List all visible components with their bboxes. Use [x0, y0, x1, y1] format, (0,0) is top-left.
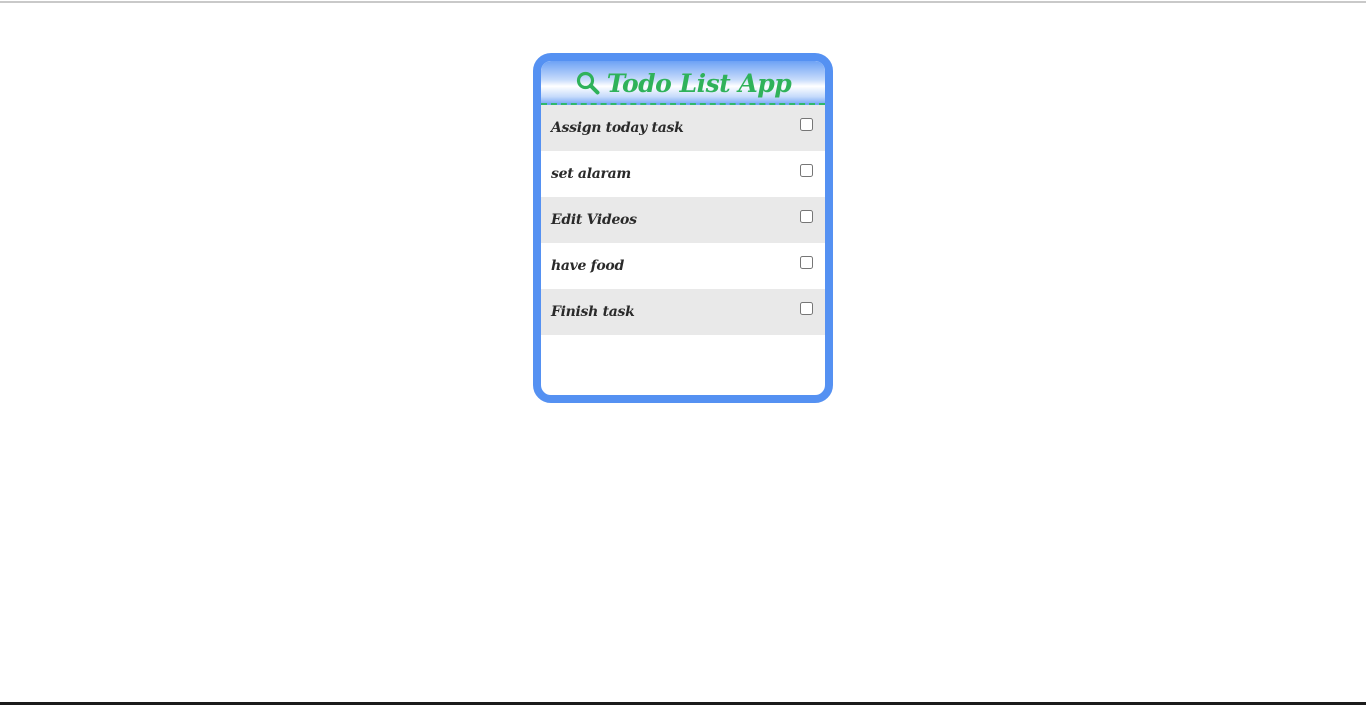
task-label: Edit Videos: [551, 212, 637, 228]
task-checkbox[interactable]: [800, 209, 813, 223]
task-checkbox[interactable]: [800, 117, 813, 131]
task-label: have food: [551, 258, 624, 274]
task-label: Finish task: [551, 304, 635, 320]
task-item[interactable]: Finish task: [541, 289, 825, 335]
task-checkbox[interactable]: [800, 163, 813, 177]
app-title: Todo List App: [606, 68, 792, 98]
todo-app-card: Todo List App Assign today task set alar…: [533, 53, 833, 403]
task-label: set alaram: [551, 166, 631, 182]
app-header: Todo List App: [541, 61, 825, 105]
task-item[interactable]: set alaram: [541, 151, 825, 197]
search-icon[interactable]: [575, 70, 601, 96]
task-item[interactable]: Edit Videos: [541, 197, 825, 243]
task-checkbox[interactable]: [800, 255, 813, 269]
task-item[interactable]: Assign today task: [541, 105, 825, 151]
task-list: Assign today task set alaram Edit Videos…: [541, 105, 825, 335]
window-top-border: [0, 1, 1366, 3]
task-item[interactable]: have food: [541, 243, 825, 289]
task-label: Assign today task: [551, 120, 684, 136]
task-checkbox[interactable]: [800, 301, 813, 315]
